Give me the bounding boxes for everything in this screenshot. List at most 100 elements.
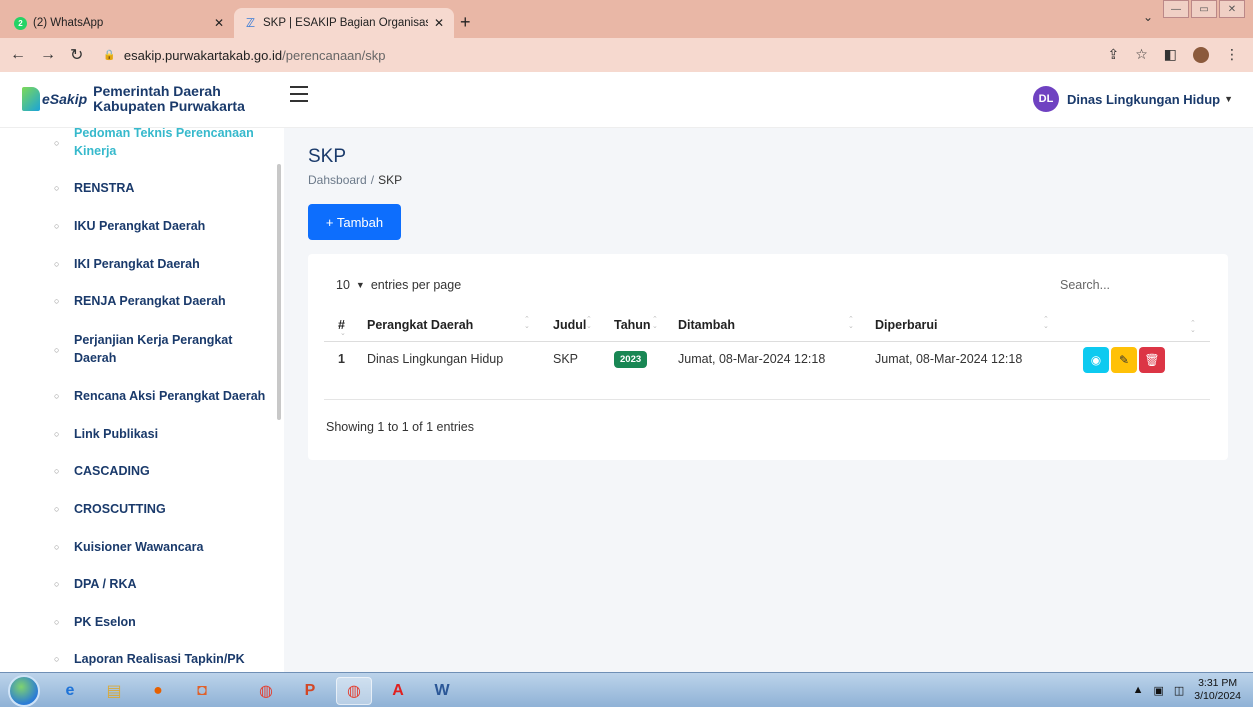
start-button-icon[interactable] [8, 675, 40, 707]
lock-icon: 🔒 [103, 49, 116, 61]
maximize-icon[interactable]: ▭ [1191, 0, 1217, 18]
sidebar: ○ Pedoman Teknis Perencanaan Kinerja ○ REN… [0, 128, 284, 672]
site-favicon-icon: ℤ [245, 16, 256, 30]
esakip-logo-icon [22, 87, 40, 111]
browser-actions: ⇪ ☆ ◧ ⋮ [1107, 46, 1239, 63]
sidebar-item-dpa-rka[interactable]: ○ DPA / RKA [54, 575, 266, 593]
sort-icon: ⌃ ⌄ [652, 316, 658, 330]
url-field[interactable]: 🔒 esakip.purwakartakab.go.id/perencanaan… [103, 48, 385, 63]
sidebar-item-pk-eselon[interactable]: ○ PK Eselon [54, 613, 266, 631]
firefox-icon[interactable]: ● [140, 677, 176, 705]
column-header-perangkat[interactable]: Perangkat Daerah [367, 318, 473, 332]
sidebar-item-laporan-realisasi[interactable]: ○ Laporan Realisasi Tapkin/PK [54, 650, 266, 668]
chrome-active-icon[interactable]: ◍ [336, 677, 372, 705]
bookmark-star-icon[interactable]: ☆ [1135, 46, 1148, 63]
media-player-icon[interactable]: ◘ [184, 677, 220, 705]
forward-arrow-icon[interactable]: → [40, 46, 56, 64]
sidebar-item-renstra[interactable]: ○ RENSTRA [54, 179, 266, 197]
clock-time: 3:31 PM [1198, 677, 1238, 689]
caret-down-icon: ▼ [1224, 94, 1233, 104]
side-panel-icon[interactable]: ◧ [1164, 46, 1177, 63]
breadcrumb-dashboard[interactable]: Dahsboard [308, 173, 367, 187]
column-header-diperbarui[interactable]: Diperbarui [875, 318, 938, 332]
per-page-select[interactable]: 10 [336, 278, 350, 292]
circle-bullet-icon: ○ [54, 504, 60, 514]
sort-icon: ⌃ ⌄ [586, 316, 592, 330]
word-icon[interactable]: W [424, 677, 460, 705]
circle-bullet-icon: ○ [54, 466, 60, 476]
clock[interactable]: 3:31 PM 3/10/2024 [1194, 677, 1241, 703]
sidebar-item-renja[interactable]: ○ RENJA Perangkat Daerah [54, 292, 266, 310]
circle-bullet-icon: ○ [54, 654, 60, 664]
add-button[interactable]: + Tambah [308, 204, 401, 240]
breadcrumb-current: SKP [378, 173, 403, 187]
breadcrumb: Dahsboard / SKP [308, 173, 402, 187]
sidebar-scrollbar[interactable] [277, 164, 281, 420]
acrobat-icon[interactable]: A [380, 677, 416, 705]
tab-skp[interactable]: ℤ SKP | ESAKIP Bagian Organisasi S ✕ [234, 8, 454, 38]
cell-perangkat: Dinas Lingkungan Hidup [367, 352, 504, 366]
circle-bullet-icon: ○ [54, 138, 60, 148]
chrome-icon[interactable]: ◍ [248, 677, 284, 705]
delete-button[interactable]: 🗑 [1139, 347, 1165, 373]
view-button[interactable]: ◉ [1083, 347, 1109, 373]
tab-search-chevron-icon[interactable]: ⌄ [1143, 10, 1153, 24]
file-explorer-icon[interactable]: ▤ [96, 677, 132, 705]
clock-date: 3/10/2024 [1194, 690, 1241, 702]
showing-entries-text: Showing 1 to 1 of 1 entries [326, 420, 475, 434]
menu-kebab-icon[interactable]: ⋮ [1225, 46, 1239, 63]
chevron-down-icon[interactable]: ▼ [356, 280, 365, 290]
circle-bullet-icon: ○ [54, 296, 60, 306]
circle-bullet-icon: ○ [54, 183, 60, 193]
sidebar-item-cascading[interactable]: ○ CASCADING [54, 462, 266, 480]
trash-icon: 🗑 [1144, 353, 1160, 367]
search-input[interactable]: Search... [1060, 278, 1110, 292]
cell-judul: SKP [553, 352, 579, 366]
brand-line2: Kabupaten Purwakarta [93, 98, 245, 114]
sidebar-item-link-publikasi[interactable]: ○ Link Publikasi [54, 425, 266, 443]
share-icon[interactable]: ⇪ [1107, 46, 1119, 63]
window-controls: — ▭ ✕ [1163, 0, 1245, 18]
user-menu[interactable]: DL Dinas Lingkungan Hidup ▼ [1032, 86, 1233, 112]
powerpoint-icon[interactable]: P [292, 677, 328, 705]
brand-logo[interactable]: eSakip Pemerintah Daerah Kabupaten Purwa… [22, 84, 245, 114]
internet-explorer-icon[interactable]: e [52, 677, 88, 705]
new-tab-button[interactable]: + [460, 12, 471, 33]
circle-bullet-icon: ○ [54, 617, 60, 627]
cell-diperbarui: Jumat, 08-Mar-2024 12:18 [875, 352, 1023, 366]
edit-button[interactable]: ✎ [1111, 347, 1137, 373]
back-arrow-icon[interactable]: ← [10, 46, 26, 64]
brand-title: Pemerintah Daerah Kabupaten Purwakarta [93, 84, 245, 114]
sidebar-item-croscutting[interactable]: ○ CROSCUTTING [54, 500, 266, 518]
avatar: DL [1032, 86, 1059, 112]
close-tab-icon[interactable]: ✕ [214, 16, 224, 30]
close-tab-icon[interactable]: ✕ [434, 16, 444, 30]
column-header-judul[interactable]: Judul [553, 318, 586, 332]
breadcrumb-separator: / [370, 173, 375, 187]
eye-icon: ◉ [1090, 353, 1102, 367]
sidebar-item-iku[interactable]: ○ IKU Perangkat Daerah [54, 217, 266, 235]
hamburger-menu-icon[interactable] [290, 86, 308, 107]
tab-whatsapp[interactable]: 2 (2) WhatsApp ✕ [4, 8, 234, 38]
circle-bullet-icon: ○ [54, 345, 60, 355]
sidebar-item-kuisioner[interactable]: ○ Kuisioner Wawancara [54, 538, 266, 556]
sidebar-item-pedoman-teknis[interactable]: ○ Pedoman Teknis Perencanaan Kinerja [54, 128, 266, 160]
profile-avatar-icon[interactable] [1193, 46, 1209, 63]
column-header-ditambah[interactable]: Ditambah [678, 318, 735, 332]
per-page-label: entries per page [370, 278, 462, 292]
sidebar-item-perjanjian-kerja[interactable]: ○ Perjanjian Kerja Perangkat Daerah [54, 331, 266, 367]
network-icon[interactable]: ▣ [1153, 684, 1163, 697]
sidebar-item-rencana-aksi[interactable]: ○ Rencana Aksi Perangkat Daerah [54, 387, 266, 405]
sidebar-item-iki[interactable]: ○ IKI Perangkat Daerah [54, 255, 266, 273]
sort-icon: ⌄ [340, 330, 346, 337]
minimize-icon[interactable]: — [1163, 0, 1189, 18]
volume-icon[interactable]: ◫ [1174, 684, 1184, 697]
column-header-tahun[interactable]: Tahun [614, 318, 651, 332]
tray-expand-icon[interactable]: ▲ [1133, 684, 1144, 696]
circle-bullet-icon: ○ [54, 259, 60, 269]
close-window-icon[interactable]: ✕ [1219, 0, 1245, 18]
sort-icon: ⌃ ⌄ [848, 316, 854, 330]
table-header: # ⌄ Perangkat Daerah ⌃ ⌄ Judul ⌃ ⌄ Tahun ⌃… [324, 308, 1210, 342]
reload-icon[interactable]: ↻ [70, 45, 83, 65]
pencil-icon: ✎ [1118, 353, 1130, 367]
